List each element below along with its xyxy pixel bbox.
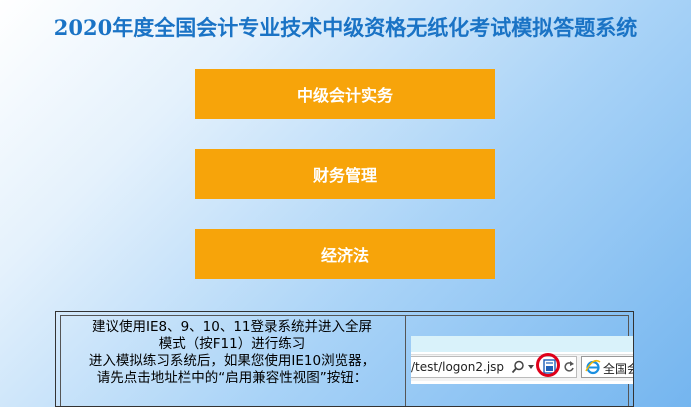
- subject-button-economic-law[interactable]: 经济法: [195, 229, 495, 279]
- notice-inner-frame: 建议使用IE8、9、10、11登录系统并进入全屏 模式（按F11）进行练习 进入…: [60, 315, 633, 406]
- browser-tab-title: 全国会: [603, 362, 633, 376]
- notice-box: 建议使用IE8、9、10、11登录系统并进入全屏 模式（按F11）进行练习 进入…: [55, 311, 634, 407]
- ie-logo-icon: [585, 359, 601, 375]
- notice-line: 模式（按F11）进行练习: [158, 336, 306, 352]
- notice-line: 建议使用IE8、9、10、11登录系统并进入全屏: [91, 319, 373, 335]
- notice-line: 进入模拟练习系统后，如果您使用IE10浏览器，: [88, 353, 376, 369]
- search-icon: [511, 360, 524, 374]
- address-bar-url: /test/logon2.jsp: [411, 360, 505, 374]
- refresh-icon: [564, 361, 574, 372]
- notice-line: 请先点击地址栏中的“启用兼容性视图”按钮：: [96, 370, 368, 386]
- browser-screenshot-example: /test/logon2.jsp 全国会: [411, 336, 633, 384]
- dropdown-arrow-icon: [528, 365, 534, 369]
- notice-text: 建议使用IE8、9、10、11登录系统并进入全屏 模式（按F11）进行练习 进入…: [62, 319, 402, 387]
- page-title: 2020年度全国会计专业技术中级资格无纸化考试模拟答题系统: [53, 15, 638, 40]
- subject-button-financial-management[interactable]: 财务管理: [195, 149, 495, 199]
- highlight-ring: [536, 353, 560, 377]
- browser-tab-strip: [411, 336, 633, 352]
- notice-divider: [405, 316, 406, 406]
- subject-button-intermediate-accounting[interactable]: 中级会计实务: [195, 69, 495, 119]
